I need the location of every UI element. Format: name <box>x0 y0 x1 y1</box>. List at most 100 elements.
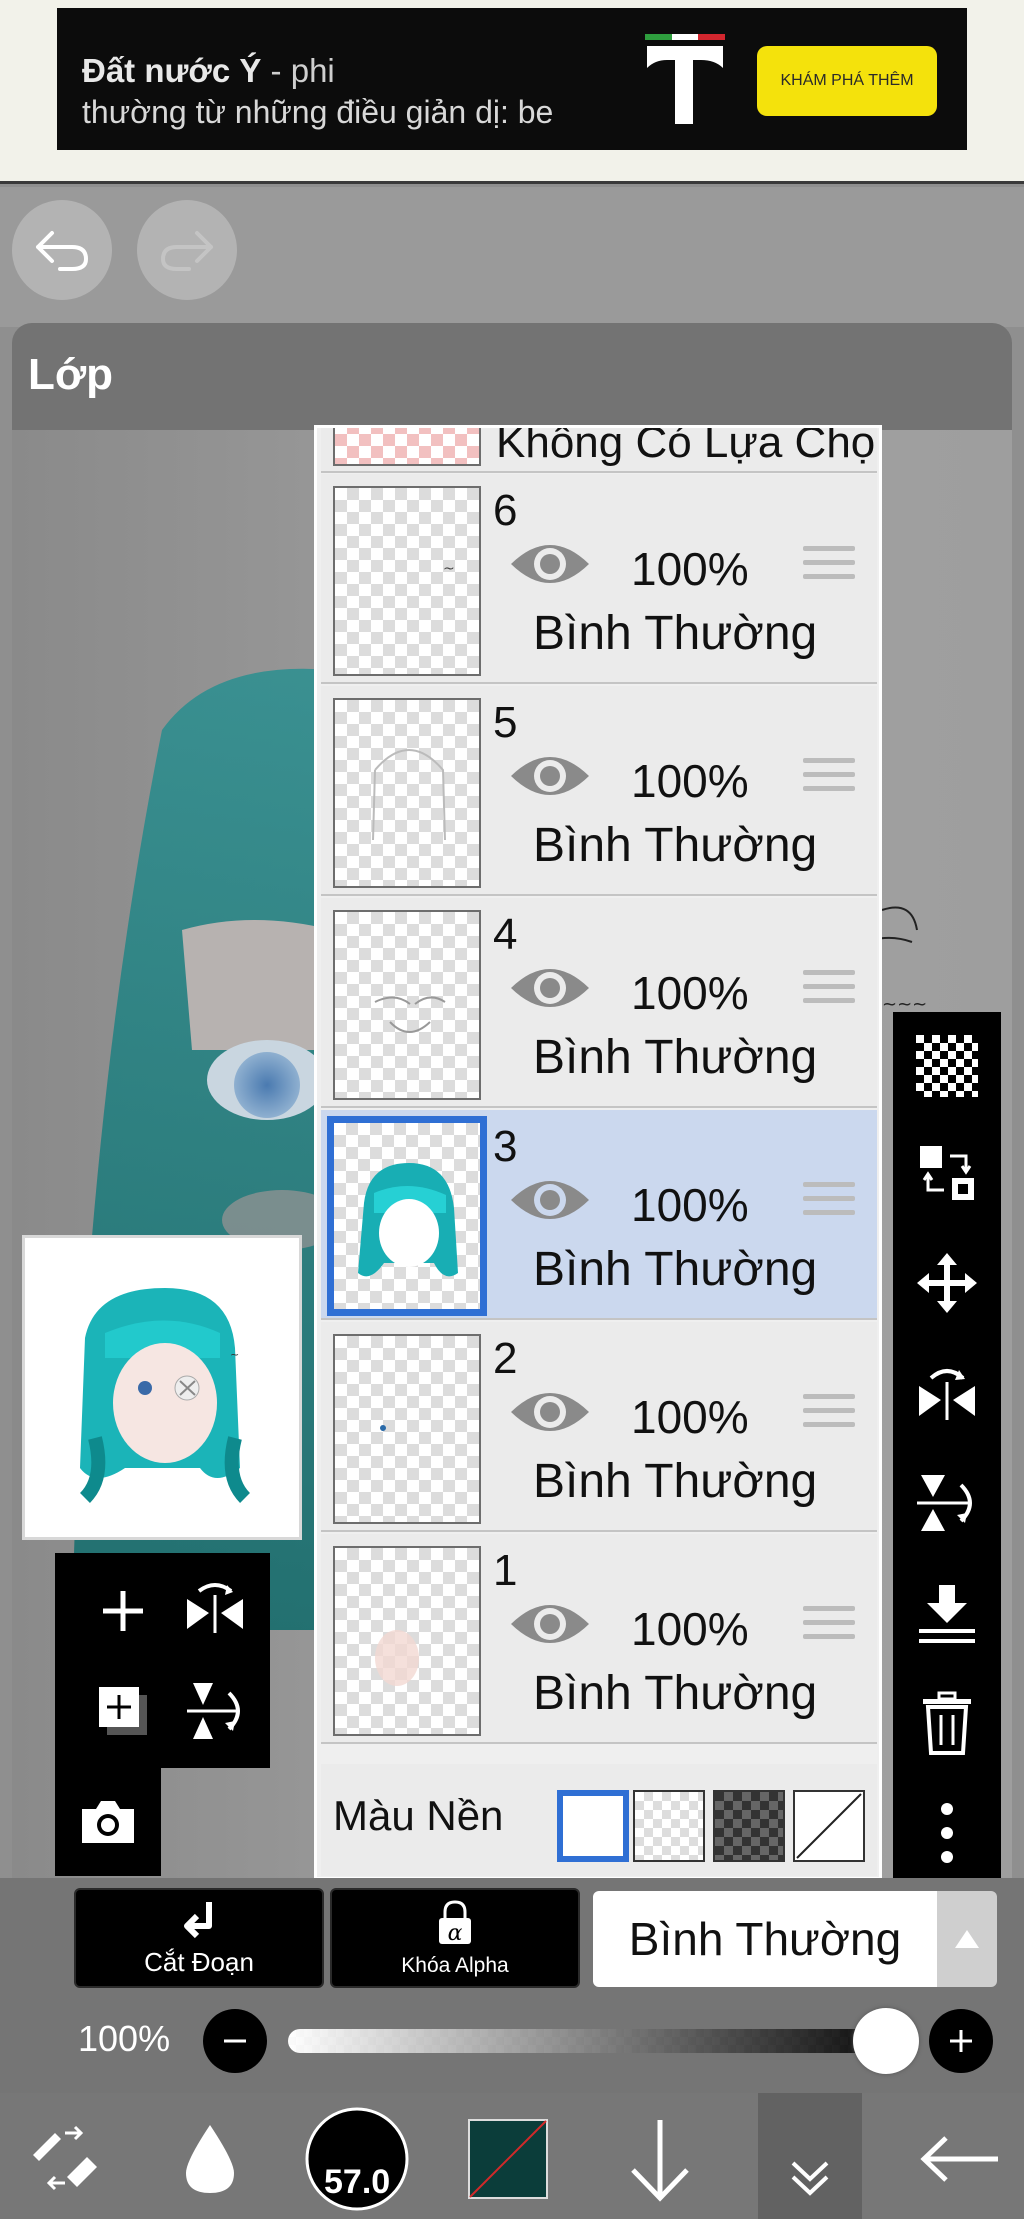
camera-button[interactable] <box>68 1782 148 1862</box>
layer-opacity: 100% <box>631 755 749 807</box>
duplicate-layer-button[interactable] <box>83 1671 163 1751</box>
trash-icon <box>923 1691 971 1755</box>
drag-handle-icon[interactable] <box>803 546 855 594</box>
alpha-lock-label: Khóa Alpha <box>401 1954 509 1977</box>
layer-thumbnail <box>333 698 481 888</box>
layer-down-button[interactable] <box>620 2099 700 2219</box>
flip-vertical-icon <box>917 1475 972 1531</box>
minus-icon <box>224 2039 246 2043</box>
ad-bar: Đất nước Ý - phi thường từ những điều gi… <box>0 0 1024 184</box>
layer-thumbnail <box>333 1546 481 1736</box>
blur-tool-button[interactable] <box>170 2099 250 2219</box>
delete-layer-button[interactable] <box>911 1687 983 1759</box>
clipping-button[interactable]: Cắt Đoạn <box>74 1888 324 1988</box>
back-button[interactable] <box>915 2099 1005 2219</box>
eye-icon[interactable] <box>509 1596 591 1652</box>
layer-number: 5 <box>493 698 518 747</box>
clipping-label: Cắt Đoạn <box>144 1947 254 1977</box>
opacity-slider-thumb[interactable] <box>853 2008 919 2074</box>
add-layer-button[interactable] <box>83 1571 163 1651</box>
redo-button[interactable] <box>137 200 237 300</box>
drag-handle-icon[interactable] <box>803 1394 855 1442</box>
eye-icon[interactable] <box>509 960 591 1016</box>
drag-handle-icon[interactable] <box>803 970 855 1018</box>
layer-window-title: Lớp <box>28 350 114 399</box>
layer-blend-mode: Bình Thường <box>533 1667 818 1720</box>
background-none-swatch[interactable] <box>793 1790 865 1862</box>
layer-row-6[interactable]: ~ 6 100% Bình Thường <box>321 474 877 684</box>
background-color-row: Màu Nền <box>321 1764 877 1876</box>
lock-icon: α <box>439 1900 471 1946</box>
background-white-swatch[interactable] <box>557 1790 629 1862</box>
alpha-lock-button[interactable]: α Khóa Alpha <box>330 1888 580 1988</box>
tool-switch-button[interactable] <box>20 2099 110 2219</box>
transparency-button[interactable] <box>911 1030 983 1102</box>
layer-panel-toggle-button[interactable] <box>758 2093 862 2219</box>
drag-handle-icon[interactable] <box>803 758 855 806</box>
triangle-up-icon <box>955 1930 979 1948</box>
layer-number: 3 <box>493 1122 518 1171</box>
ad-title: Đất nước Ý - phi <box>82 52 335 90</box>
clipping-icon <box>184 1902 212 1939</box>
selection-layer-thumbnail <box>333 428 481 466</box>
flip-horizontal-button[interactable] <box>911 1357 983 1429</box>
selection-layer-label: Không Có Lựa Chọn <box>496 428 877 467</box>
left-tool-panel <box>55 1553 270 1768</box>
layer-row-3[interactable]: 3 100% Bình Thường <box>321 1110 877 1320</box>
redo-icon <box>161 231 213 271</box>
arrow-down-icon <box>631 2120 689 2202</box>
left-tool-panel-lower <box>55 1768 161 1876</box>
layer-number: 4 <box>493 910 518 959</box>
undo-icon <box>36 231 88 271</box>
eye-icon[interactable] <box>509 536 591 592</box>
swap-layers-icon <box>920 1146 974 1200</box>
brush-size-button[interactable]: 57.0 <box>302 2099 412 2219</box>
move-button[interactable] <box>911 1247 983 1319</box>
svg-text:~: ~ <box>443 561 455 577</box>
opacity-increase-button[interactable] <box>929 2009 993 2073</box>
layer-number: 6 <box>493 486 518 535</box>
double-chevron-down-icon <box>791 2161 829 2196</box>
flip-vertical-icon <box>187 1683 240 1739</box>
checkerboard-icon <box>916 1035 978 1097</box>
selection-layer-row[interactable]: Không Có Lựa Chọn <box>321 428 877 473</box>
ad-title-light: - phi <box>261 52 335 89</box>
eye-icon[interactable] <box>509 1172 591 1228</box>
ad-banner[interactable]: Đất nước Ý - phi thường từ những điều gi… <box>57 8 967 150</box>
eye-icon[interactable] <box>509 1384 591 1440</box>
flip-vertical-button[interactable] <box>911 1467 983 1539</box>
layer-row-4[interactable]: 4 100% Bình Thường <box>321 898 877 1108</box>
flip-layer-vertical-button[interactable] <box>175 1671 255 1751</box>
ad-logo-icon <box>645 34 725 124</box>
move-icon <box>917 1253 977 1313</box>
background-color-label: Màu Nền <box>333 1792 504 1839</box>
canvas-navigator[interactable]: ~ <box>22 1235 302 1540</box>
merge-down-button[interactable] <box>911 1577 983 1649</box>
layer-opacity: 100% <box>631 1179 749 1231</box>
undo-button[interactable] <box>12 200 112 300</box>
layer-from-selection-button[interactable] <box>911 1137 983 1209</box>
layer-row-5[interactable]: 5 100% Bình Thường <box>321 686 877 896</box>
layer-thumbnail: ~ <box>333 486 481 676</box>
background-dark-swatch[interactable] <box>713 1790 785 1862</box>
layer-blend-mode: Bình Thường <box>533 819 818 872</box>
more-options-button[interactable] <box>911 1797 983 1869</box>
layer-row-2[interactable]: 2 100% Bình Thường <box>321 1322 877 1532</box>
layer-row-1[interactable]: 1 100% Bình Thường <box>321 1534 877 1744</box>
plus-icon <box>103 1591 143 1631</box>
blend-mode-select[interactable]: Bình Thường <box>593 1891 937 1987</box>
flip-layer-horizontal-button[interactable] <box>175 1571 255 1651</box>
layer-opacity: 100% <box>631 967 749 1019</box>
drag-handle-icon[interactable] <box>803 1606 855 1654</box>
blend-mode-dropdown-button[interactable] <box>937 1891 997 1987</box>
eye-icon[interactable] <box>509 748 591 804</box>
background-transparent-swatch[interactable] <box>633 1790 705 1862</box>
opacity-decrease-button[interactable] <box>203 2009 267 2073</box>
opacity-slider[interactable] <box>288 2029 888 2053</box>
ad-subtitle: thường từ những điều giản dị: be <box>82 94 554 130</box>
drag-handle-icon[interactable] <box>803 1182 855 1230</box>
ad-cta-button[interactable]: KHÁM PHÁ THÊM <box>757 46 937 116</box>
layer-blend-mode: Bình Thường <box>533 607 818 660</box>
color-picker-button[interactable] <box>466 2099 550 2219</box>
svg-text:~: ~ <box>230 1348 239 1361</box>
